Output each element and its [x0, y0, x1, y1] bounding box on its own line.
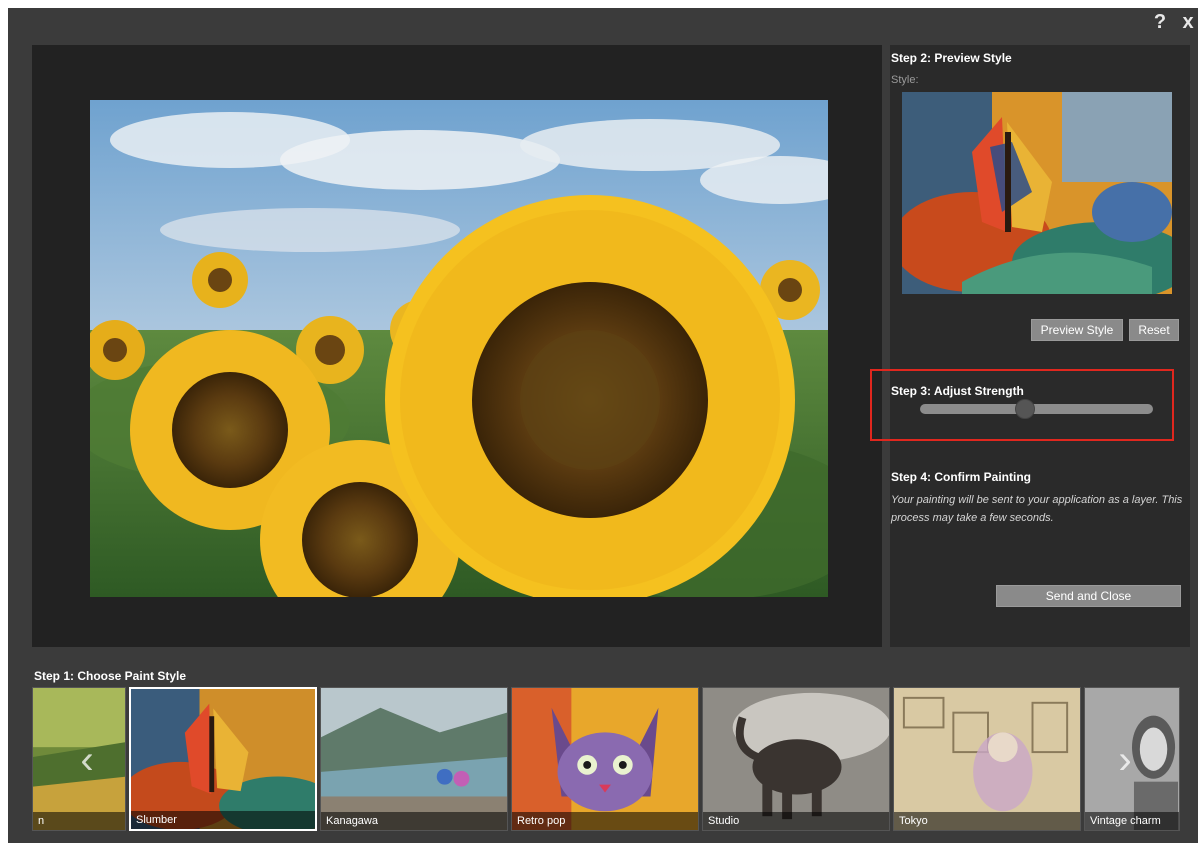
step2-title: Step 2: Preview Style: [891, 51, 1012, 65]
studio-style-image: [703, 688, 889, 830]
style-thumbnail-strip: n Slumber Kanagawa Retro pop Studio Toky…: [32, 687, 1180, 831]
reset-button[interactable]: Reset: [1129, 319, 1179, 341]
preview-style-button[interactable]: Preview Style: [1031, 319, 1123, 341]
style-preview-thumbnail: [902, 92, 1172, 294]
thumb-label: Slumber: [131, 811, 315, 829]
step1-title: Step 1: Choose Paint Style: [34, 669, 187, 683]
send-and-close-button[interactable]: Send and Close: [996, 585, 1181, 607]
thumb-label: n: [33, 812, 125, 830]
strength-slider-track[interactable]: [920, 404, 1153, 414]
style-thumb-tokyo[interactable]: Tokyo: [893, 687, 1081, 831]
retro-pop-style-image: [512, 688, 698, 830]
close-button[interactable]: x: [1178, 10, 1198, 34]
chevron-left-icon[interactable]: ‹: [72, 735, 102, 785]
thumb-label: Retro pop: [512, 812, 698, 830]
tokyo-style-image: [894, 688, 1080, 830]
thumb-label: Studio: [703, 812, 889, 830]
strength-slider-handle[interactable]: [1014, 399, 1035, 419]
thumb-label: Kanagawa: [321, 812, 507, 830]
slumber-style-image: [131, 689, 315, 829]
help-button[interactable]: ?: [1150, 10, 1170, 34]
style-thumb-retro-pop[interactable]: Retro pop: [511, 687, 699, 831]
confirm-description: Your painting will be sent to your appli…: [891, 494, 1183, 524]
preview-area: [32, 45, 882, 647]
thumb-label: Tokyo: [894, 812, 1080, 830]
step4-title: Step 4: Confirm Painting: [891, 470, 1032, 484]
style-thumb-studio[interactable]: Studio: [702, 687, 890, 831]
chevron-right-icon[interactable]: ›: [1110, 735, 1140, 785]
step3-title: Step 3: Adjust Strength: [891, 384, 1024, 398]
sunflower-preview-image: [90, 100, 828, 597]
thumb-label: Vintage charm: [1085, 812, 1179, 830]
kanagawa-style-image: [321, 688, 507, 830]
butterfly-style-image: [902, 92, 1172, 294]
style-label: Style:: [891, 74, 919, 86]
style-thumb-slumber[interactable]: Slumber: [129, 687, 317, 831]
style-thumb-kanagawa[interactable]: Kanagawa: [320, 687, 508, 831]
